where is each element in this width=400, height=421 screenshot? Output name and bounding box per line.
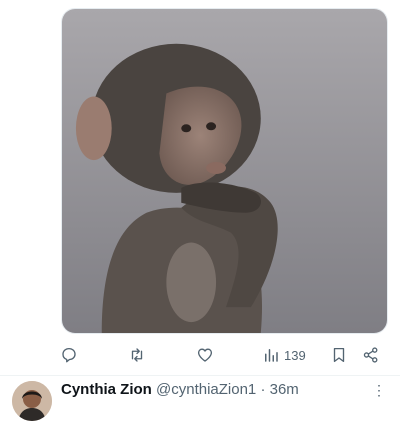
avatar[interactable] (12, 381, 52, 421)
share-icon (363, 347, 378, 363)
tweet-header: Cynthia Zion @cynthiaZion1 · 36m (61, 381, 299, 399)
tweet-media-image[interactable] (61, 8, 388, 334)
heart-icon (197, 348, 213, 362)
bookmark-icon (333, 347, 345, 363)
display-name[interactable]: Cynthia Zion (61, 381, 152, 398)
next-tweet[interactable]: Cynthia Zion @cynthiaZion1 · 36m ⋮ (0, 376, 400, 421)
share-button[interactable] (362, 342, 380, 368)
tweet-time[interactable]: 36m (270, 381, 299, 398)
tweet-actions-bar: 139 (56, 342, 392, 368)
retweet-icon (131, 348, 143, 362)
reply-button[interactable] (60, 342, 78, 368)
monkey-photo (62, 9, 387, 333)
bookmark-button[interactable] (330, 342, 348, 368)
views-count: 139 (284, 347, 306, 363)
user-handle[interactable]: @cynthiaZion1 (156, 381, 256, 398)
reply-icon (62, 347, 76, 363)
views-button[interactable]: 139 (262, 342, 306, 368)
like-button[interactable] (196, 342, 214, 368)
retweet-button[interactable] (128, 342, 146, 368)
more-options-icon[interactable]: ⋮ (372, 382, 386, 398)
header-separator: · (260, 381, 266, 398)
avatar-image (12, 381, 52, 421)
views-icon (265, 349, 278, 362)
